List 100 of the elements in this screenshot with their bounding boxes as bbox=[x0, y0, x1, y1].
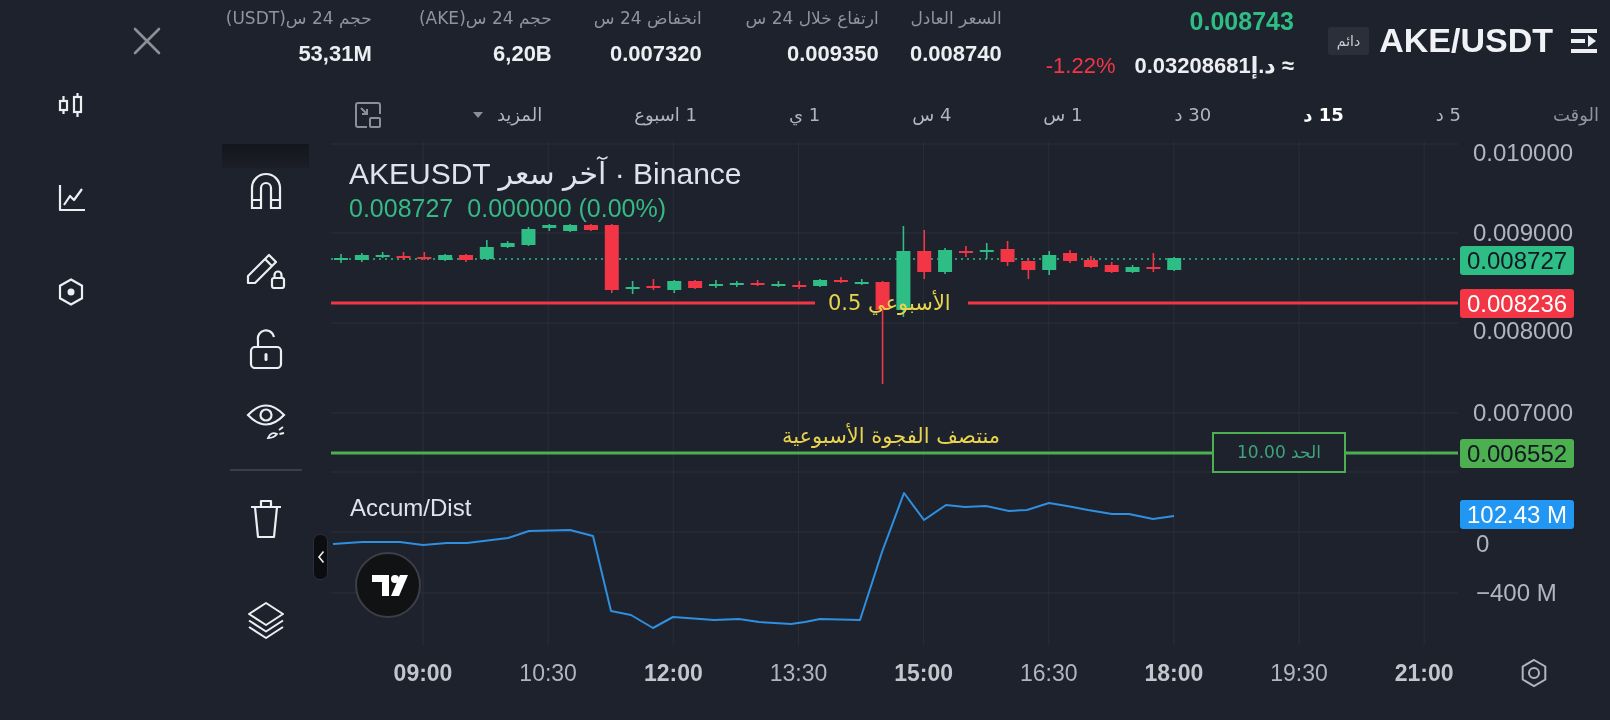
candle bbox=[417, 251, 432, 261]
time-tick: 10:30 bbox=[519, 659, 577, 687]
timeframe-tab[interactable]: 30 د bbox=[1174, 104, 1212, 125]
legend-title: AKEUSDT آخر سعر · Binance bbox=[349, 157, 742, 191]
contract-badge: دائم bbox=[1327, 27, 1370, 55]
settings-icon[interactable] bbox=[1519, 658, 1549, 688]
candle bbox=[1167, 256, 1182, 272]
stat-value: 0.009350 bbox=[787, 41, 879, 67]
candle bbox=[854, 278, 869, 286]
candle bbox=[938, 247, 953, 275]
candle bbox=[396, 251, 411, 261]
stat-value: 6,20B bbox=[493, 41, 552, 67]
alert-label[interactable]: الحد 10.00 bbox=[1212, 432, 1346, 473]
price-tick: 0.009000 bbox=[1473, 221, 1574, 245]
candle bbox=[521, 226, 536, 247]
timeframe-tab[interactable]: 5 د bbox=[1435, 104, 1461, 125]
candle bbox=[688, 279, 703, 290]
candle bbox=[1125, 264, 1140, 274]
candle bbox=[459, 253, 473, 263]
current-price-tag: 0.008727 bbox=[1460, 246, 1575, 275]
indicator-value-tag: 102.43 M bbox=[1460, 500, 1575, 529]
last-price: 0.008743 bbox=[1189, 6, 1294, 36]
candle bbox=[792, 280, 807, 290]
candle bbox=[479, 239, 494, 261]
candle bbox=[750, 279, 765, 287]
candle bbox=[1083, 255, 1098, 269]
timeframe-tab[interactable]: 1 اسبوع bbox=[634, 104, 697, 125]
stat-value: 0.008740 bbox=[910, 41, 1002, 67]
candle bbox=[958, 245, 973, 258]
timeframe-label: الوقت bbox=[1552, 104, 1599, 125]
level-price-tag: 0.008236 bbox=[1460, 289, 1575, 318]
candle bbox=[583, 223, 598, 232]
legend-change: 0.000000 (0.00%) bbox=[467, 195, 667, 221]
candlestick-icon[interactable] bbox=[58, 92, 84, 118]
collapse-handle[interactable] bbox=[313, 534, 328, 580]
fiat-price: ≈ د.إ0.03208681 bbox=[1134, 54, 1294, 78]
price-tick: 0.010000 bbox=[1473, 141, 1574, 165]
time-tick: 19:30 bbox=[1270, 659, 1328, 687]
candle bbox=[563, 223, 578, 233]
candle bbox=[1042, 250, 1057, 276]
price-change: -1.22% bbox=[1045, 54, 1116, 78]
picture-in-picture-icon[interactable] bbox=[354, 101, 381, 128]
level-label: منتصف الفجوة الأسبوعية bbox=[781, 423, 1001, 449]
indicator-tick: −400 M bbox=[1476, 581, 1557, 605]
timeframe-tab[interactable]: 4 س bbox=[912, 104, 952, 125]
open-lock-icon[interactable] bbox=[248, 329, 283, 369]
trash-icon[interactable] bbox=[249, 499, 282, 539]
candle bbox=[438, 253, 453, 262]
stat-value: 53,31M bbox=[298, 41, 372, 67]
stat-label: ارتفاع خلال 24 س bbox=[745, 7, 879, 30]
magnet-icon[interactable] bbox=[248, 171, 283, 209]
candle bbox=[729, 280, 744, 288]
symbol-title: AKE/USDT bbox=[1379, 20, 1553, 60]
candle bbox=[646, 278, 661, 291]
candle bbox=[813, 278, 828, 288]
indicator-tick: 0 bbox=[1476, 532, 1490, 556]
candle bbox=[917, 229, 932, 280]
price-tick: 0.007000 bbox=[1473, 401, 1574, 425]
time-tick: 21:00 bbox=[1394, 659, 1454, 687]
stat-value: 0.007320 bbox=[610, 41, 702, 67]
price-tick: 0.008000 bbox=[1473, 319, 1574, 343]
candle bbox=[1104, 261, 1119, 274]
time-tick: 15:00 bbox=[894, 659, 953, 687]
time-tick: 18:00 bbox=[1144, 659, 1204, 687]
legend-close: 0.008727 bbox=[349, 195, 454, 221]
candle bbox=[604, 223, 619, 294]
candle bbox=[708, 279, 723, 289]
candle bbox=[625, 280, 640, 295]
time-tick: 13:30 bbox=[769, 659, 828, 687]
timeframe-tab[interactable]: 1 س bbox=[1043, 104, 1083, 125]
candle bbox=[1021, 258, 1036, 280]
candle bbox=[375, 251, 390, 259]
logo-icon[interactable] bbox=[355, 552, 421, 618]
stat-label: حجم 24 س(AKE) bbox=[418, 7, 552, 30]
candle bbox=[771, 280, 786, 288]
layers-icon[interactable] bbox=[246, 601, 285, 641]
candle bbox=[1146, 252, 1161, 273]
chevron-left-icon bbox=[316, 550, 325, 564]
time-tick: 12:00 bbox=[643, 659, 703, 687]
stat-label: انخفاض 24 س bbox=[593, 7, 702, 30]
timeframe-tab[interactable]: 1 ي bbox=[788, 104, 821, 125]
candle bbox=[1000, 240, 1015, 267]
candle bbox=[334, 253, 348, 264]
candle bbox=[667, 279, 682, 294]
time-tick: 16:30 bbox=[1019, 659, 1078, 687]
menu-icon[interactable] bbox=[1571, 29, 1597, 53]
line-chart-icon[interactable] bbox=[58, 184, 86, 212]
candle bbox=[354, 252, 369, 263]
caret-icon bbox=[472, 111, 483, 118]
candle bbox=[542, 223, 557, 232]
candle bbox=[833, 276, 848, 284]
level-price-tag: 0.006552 bbox=[1460, 439, 1575, 468]
close-icon[interactable] bbox=[132, 26, 162, 56]
stat-label: السعر العادل bbox=[910, 7, 1002, 30]
candle bbox=[500, 240, 515, 249]
timeframe-tab[interactable]: 15 د bbox=[1303, 104, 1344, 125]
indicator-title: Accum/Dist bbox=[350, 494, 472, 522]
more-dropdown[interactable]: المزيد bbox=[472, 104, 543, 125]
candle bbox=[1063, 249, 1078, 264]
stat-label: حجم 24 س(USDT) bbox=[225, 7, 372, 30]
